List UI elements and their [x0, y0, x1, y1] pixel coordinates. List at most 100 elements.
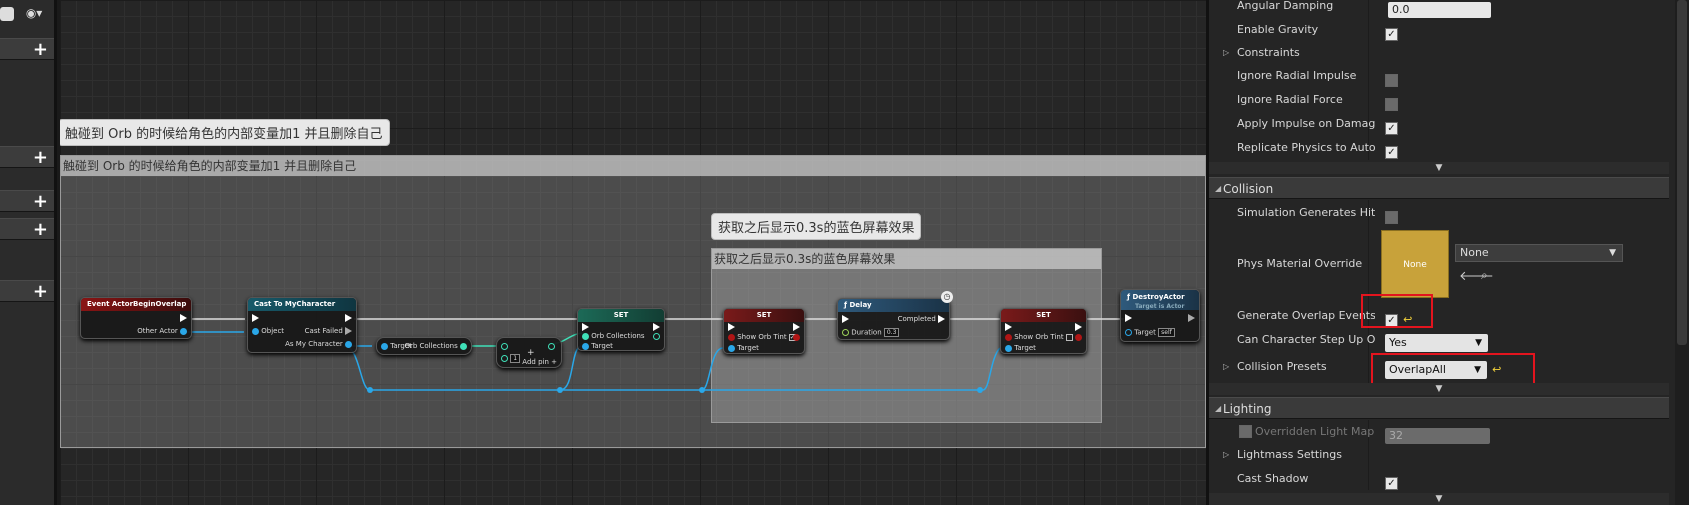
- use-selected-arrow-icon[interactable]: 🡐: [1459, 268, 1494, 284]
- add-icon[interactable]: +: [33, 147, 48, 169]
- exec-out-pin[interactable]: [345, 314, 352, 322]
- exec-in-pin[interactable]: [252, 314, 259, 322]
- exec-out-pin[interactable]: [180, 314, 187, 322]
- exec-in-pin[interactable]: [1125, 314, 1132, 322]
- target-pin[interactable]: Target: [728, 344, 759, 352]
- node-set-show-orb-tint-off[interactable]: SET Show Orb Tint Target: [1000, 308, 1087, 354]
- highlight-box: [1361, 294, 1433, 328]
- result-pin[interactable]: [548, 342, 555, 350]
- eye-menu-label[interactable]: ◉▾: [26, 6, 43, 20]
- node-set-show-orb-tint-on[interactable]: SET Show Orb Tint ✓ Target: [723, 308, 805, 354]
- highlight-box: [1371, 353, 1535, 385]
- exec-in-pin[interactable]: [1005, 323, 1012, 331]
- exec-out-pin[interactable]: [1188, 314, 1195, 322]
- as-character-pin[interactable]: As My Character: [285, 340, 352, 348]
- target-pin[interactable]: Target self: [1125, 328, 1175, 337]
- exec-out-pin[interactable]: [1075, 323, 1082, 331]
- row-ignore-radial-force: Ignore Radial Force ✓: [1217, 88, 1677, 112]
- add-icon[interactable]: +: [33, 191, 48, 213]
- node-title: Cast To MyCharacter: [248, 298, 356, 311]
- tint-out-pin[interactable]: [793, 333, 800, 341]
- enable-gravity-checkbox[interactable]: ✓: [1385, 28, 1398, 41]
- b-pin[interactable]: 1: [501, 354, 521, 363]
- target-pin[interactable]: Target: [582, 342, 613, 350]
- row-apply-impulse-damage: Apply Impulse on Damage ✓: [1217, 112, 1677, 136]
- advanced-expander[interactable]: ▼: [1209, 493, 1669, 505]
- section-bar-1[interactable]: +: [0, 38, 54, 60]
- node-add-integer[interactable]: 1 + Add pin +: [496, 337, 562, 368]
- advanced-expander[interactable]: ▼: [1209, 162, 1669, 174]
- tint-checkbox[interactable]: [1065, 333, 1073, 341]
- collapse-arrow-icon[interactable]: ◢: [1215, 178, 1221, 200]
- angular-damping-input[interactable]: 0.0: [1388, 2, 1491, 18]
- node-destroy-actor[interactable]: ƒ DestroyActor Target is Actor Target se…: [1120, 289, 1200, 342]
- show-orb-tint-pin[interactable]: Show Orb Tint ✓: [728, 333, 796, 341]
- node-delay[interactable]: ƒ Delay Completed Duration 0.3 ◷: [837, 291, 953, 340]
- duration-pin[interactable]: Duration 0.3: [842, 328, 900, 337]
- completed-pin[interactable]: Completed: [898, 315, 945, 323]
- section-bar-3[interactable]: +: [0, 190, 54, 212]
- light-map-res-input[interactable]: 32: [1385, 428, 1490, 444]
- section-bar-4[interactable]: +: [0, 218, 54, 240]
- node-get-orb-collections[interactable]: Target Orb Collections: [376, 337, 472, 355]
- exec-in-pin[interactable]: [842, 315, 849, 323]
- add-pin-button[interactable]: Add pin +: [522, 358, 557, 366]
- ignore-radial-force-checkbox[interactable]: ✓: [1385, 98, 1398, 111]
- section-collision[interactable]: ◢ Collision: [1209, 177, 1669, 199]
- ignore-radial-impulse-checkbox[interactable]: ✓: [1385, 74, 1398, 87]
- orb-collections-out-pin[interactable]: Orb Collections: [404, 342, 467, 350]
- row-constraints[interactable]: ▷ Constraints: [1217, 41, 1677, 65]
- node-event-begin-overlap[interactable]: Event ActorBeginOverlap Other Actor: [80, 297, 192, 339]
- node-cast-to-character[interactable]: Cast To MyCharacter Object Cast Failed A…: [247, 297, 357, 353]
- reroute-node: [699, 387, 705, 393]
- browse-search-icon[interactable]: ⌕: [1481, 268, 1488, 283]
- target-value[interactable]: self: [1158, 328, 1175, 337]
- eye-icon[interactable]: [0, 6, 14, 21]
- collapse-arrow-icon[interactable]: ◢: [1215, 398, 1221, 420]
- section-bar-5[interactable]: +: [0, 280, 54, 302]
- expand-down-icon[interactable]: ▼: [1436, 384, 1443, 394]
- phys-material-combo[interactable]: None ▼: [1455, 244, 1623, 262]
- visibility-toggle[interactable]: ◉▾: [0, 6, 42, 21]
- add-icon[interactable]: +: [33, 281, 48, 303]
- replicate-physics-checkbox[interactable]: ✓: [1385, 146, 1398, 159]
- cast-shadow-checkbox[interactable]: ✓: [1385, 477, 1398, 490]
- data-wire: [559, 345, 583, 391]
- apply-impulse-checkbox[interactable]: ✓: [1385, 122, 1398, 135]
- sim-hit-events-checkbox[interactable]: ✓: [1385, 211, 1398, 224]
- target-pin[interactable]: Target: [1005, 344, 1036, 352]
- property-label: Ignore Radial Impulse: [1237, 69, 1357, 82]
- tint-out-pin[interactable]: [1075, 333, 1082, 341]
- section-title: Lighting: [1223, 402, 1272, 416]
- exec-out-pin[interactable]: [653, 323, 660, 331]
- expand-down-icon[interactable]: ▼: [1436, 494, 1443, 504]
- section-lighting[interactable]: ◢ Lighting: [1209, 397, 1669, 419]
- node-set-orb-collections[interactable]: SET Orb Collections Target: [577, 308, 665, 351]
- section-bar-2[interactable]: +: [0, 146, 54, 168]
- scrollbar-thumb[interactable]: [1677, 0, 1687, 345]
- exec-in-pin[interactable]: [728, 323, 735, 331]
- combo-value: None: [1460, 246, 1489, 259]
- add-icon[interactable]: +: [33, 39, 48, 61]
- add-icon[interactable]: +: [33, 219, 48, 241]
- orb-collections-out-pin[interactable]: [653, 332, 660, 340]
- other-actor-pin[interactable]: Other Actor: [137, 327, 187, 335]
- orb-collections-in-pin[interactable]: Orb Collections: [582, 332, 645, 340]
- pin-label: Add pin: [522, 358, 549, 366]
- blueprint-graph[interactable]: 触碰到 Orb 的时候给角色的内部变量加1 并且删除自己 触碰到 Orb 的时候…: [60, 0, 1206, 505]
- cast-failed-pin[interactable]: Cast Failed: [305, 327, 352, 335]
- advanced-expander[interactable]: ▼: [1209, 383, 1669, 395]
- pin-label: Show Orb Tint: [1014, 333, 1064, 341]
- step-up-dropdown[interactable]: Yes ▼: [1385, 334, 1488, 352]
- material-thumbnail[interactable]: None: [1381, 230, 1449, 298]
- show-orb-tint-pin[interactable]: Show Orb Tint: [1005, 333, 1073, 341]
- object-pin[interactable]: Object: [252, 327, 284, 335]
- property-label: Constraints: [1237, 46, 1300, 59]
- exec-in-pin[interactable]: [582, 323, 589, 331]
- expand-down-icon[interactable]: ▼: [1436, 163, 1443, 173]
- exec-out-pin[interactable]: [793, 323, 800, 331]
- a-pin[interactable]: [501, 342, 508, 350]
- duration-value[interactable]: 0.3: [883, 328, 900, 337]
- b-value[interactable]: 1: [510, 354, 521, 363]
- row-lightmass[interactable]: ▷ Lightmass Settings: [1217, 443, 1677, 467]
